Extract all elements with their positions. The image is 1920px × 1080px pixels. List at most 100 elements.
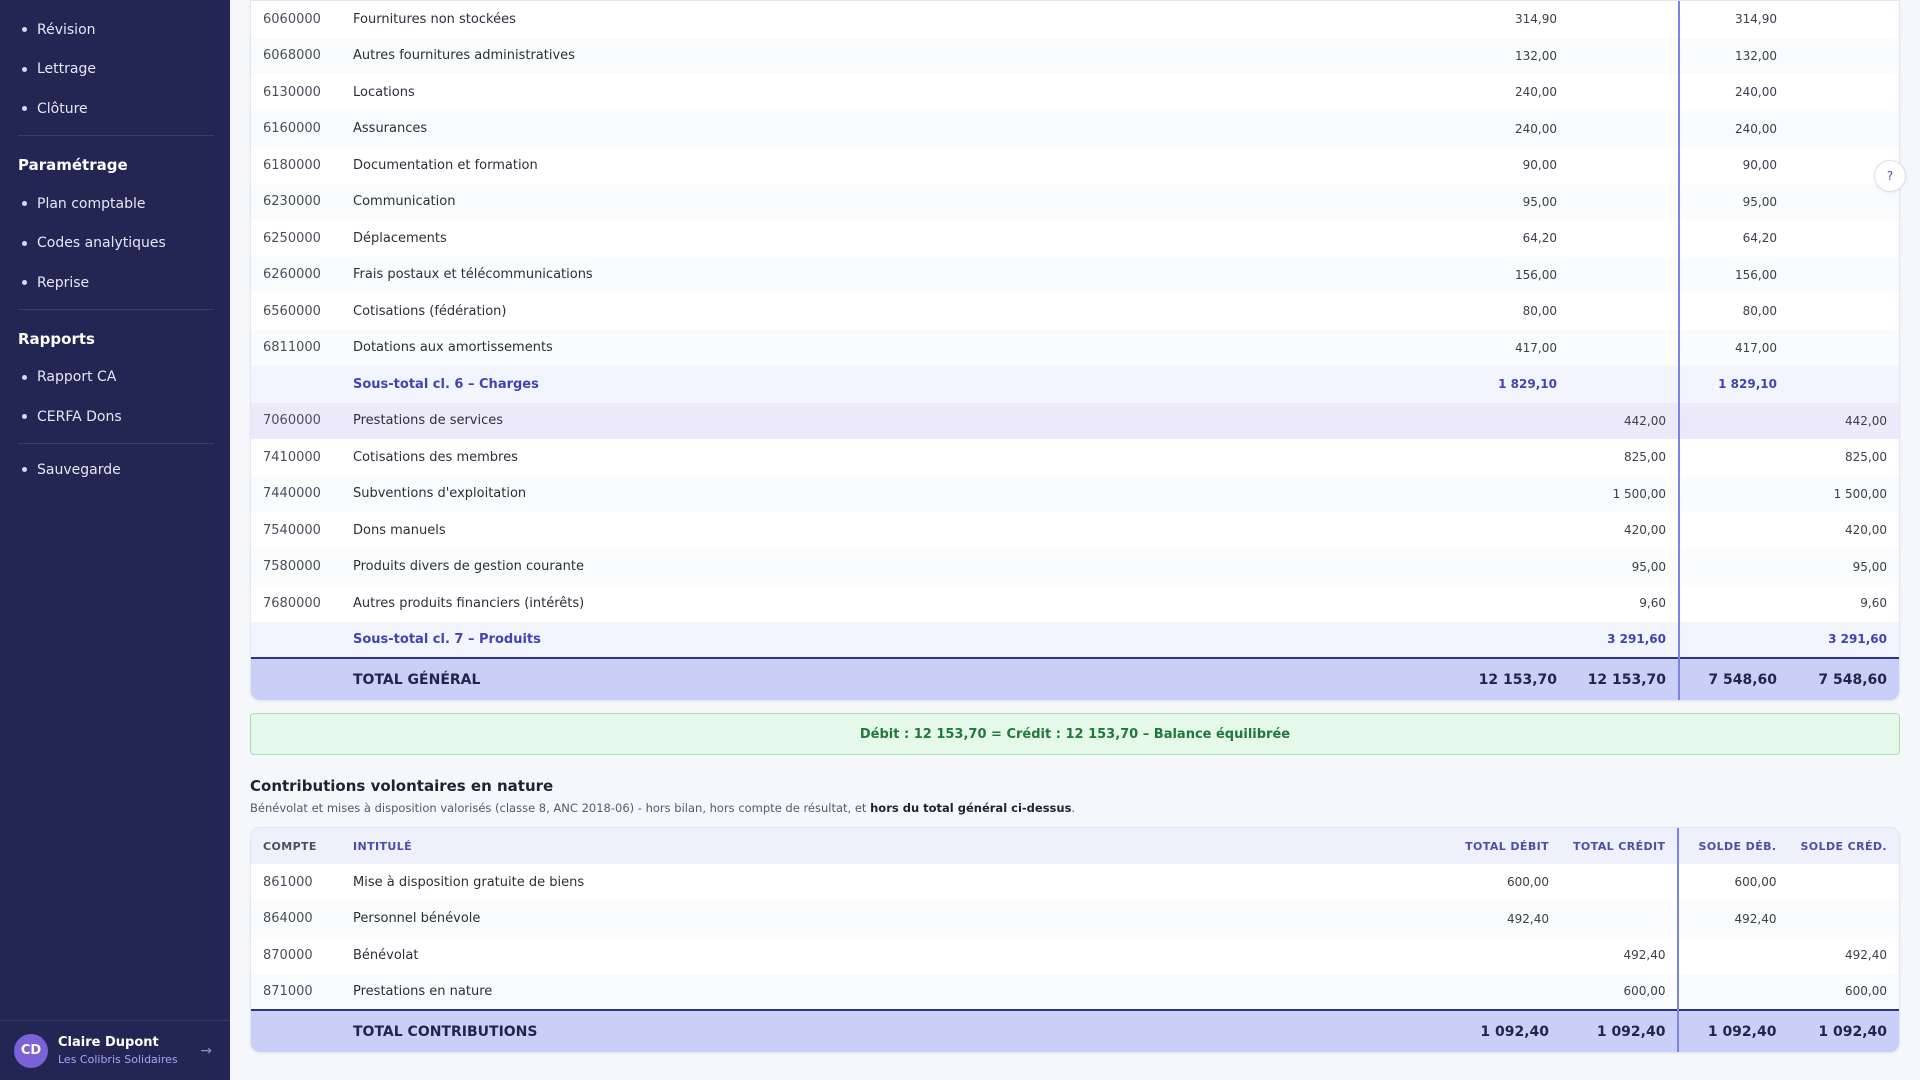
table-row[interactable]: 6068000 Autres fournitures administrative… [251, 37, 1899, 74]
sidebar-item-rapport-ca[interactable]: Rapport CA [0, 358, 230, 398]
cell-debit [1459, 512, 1569, 549]
sidebar-item-label: Sauvegarde [37, 461, 121, 478]
cell-label: Bénévolat [353, 947, 419, 963]
table-row[interactable]: 6060000 Fournitures non stockées 314,90 314… [251, 1, 1899, 38]
subtotal-row[interactable]: Sous-total cl. 7 – Produits 3 291,60 3 291… [251, 621, 1899, 658]
sidebar: Révision Lettrage Clôture Paramétrage Pl… [0, 0, 230, 1080]
table-row[interactable]: 6180000 Documentation et formation 90,00 90… [251, 147, 1899, 184]
total-cell-credit: 12 153,70 [1569, 657, 1679, 700]
total-row: TOTAL CONTRIBUTIONS 1 092,40 1 092,40 1 092… [251, 1009, 1899, 1052]
cell-solde-cred [1789, 293, 1899, 330]
balance-check-banner: Débit : 12 153,70 = Crédit : 12 153,70 –… [250, 713, 1900, 755]
table-row[interactable]: 870000 Bénévolat 492,40 492,40 [251, 937, 1899, 974]
total-cell-empty [251, 657, 341, 700]
table-row[interactable]: 864000 Personnel bénévole 492,40 492,40 [251, 900, 1899, 937]
cell-label: Subventions d'exploitation [341, 475, 1459, 512]
cell-solde-deb: 492,40 [1677, 900, 1789, 937]
cell-solde-cred [1789, 1, 1899, 38]
cell-code: 7580000 [251, 548, 341, 585]
cell-code: 6068000 [251, 37, 341, 74]
cell-label: Sous-total cl. 6 – Charges [341, 366, 1459, 403]
cell-debit: 240,00 [1515, 85, 1557, 100]
cell-debit [1451, 937, 1561, 974]
table-row[interactable]: 861000 Mise à disposition gratuite de bie… [251, 864, 1899, 901]
cell-debit: 95,00 [1459, 183, 1569, 220]
cell-solde-cred: 95,00 [1789, 548, 1899, 585]
cell-solde-cred: 600,00 [1788, 973, 1899, 1010]
table-row[interactable]: 7410000 Cotisations des membres 825,00 825,… [251, 439, 1899, 476]
cell-label: Autres fournitures administratives [341, 37, 1459, 74]
col-header-total-debit[interactable]: TOTAL DÉBIT [1451, 828, 1562, 864]
table-row[interactable]: 871000 Prestations en nature 600,00 600,00 [251, 973, 1899, 1010]
table-row[interactable]: 7580000 Produits divers de gestion couran… [251, 548, 1899, 585]
cell-label: Frais postaux et télécommunications [341, 256, 1459, 293]
cell-solde-deb [1677, 937, 1789, 974]
table-row[interactable]: 6560000 Cotisations (fédération) 80,00 80,0… [251, 293, 1899, 330]
cell-solde-cred: 1 500,00 [1789, 475, 1899, 512]
cell-code: 7410000 [263, 449, 321, 465]
cell-solde-deb [1678, 439, 1789, 476]
cell-credit [1569, 37, 1679, 74]
col-header-intitule[interactable]: INTITULÉ [341, 828, 1452, 864]
cell-solde-deb: 64,20 [1678, 220, 1789, 257]
main-content: 6060000 Fournitures non stockées 314,90 314… [250, 0, 1906, 1080]
table-row[interactable]: 6811000 Dotations aux amortissements 417,0… [251, 329, 1899, 366]
cell-code: 6250000 [263, 230, 321, 246]
total-cell-solde-cred: 7 548,60 [1789, 657, 1899, 700]
table-row[interactable]: 7540000 Dons manuels 420,00 420,00 [251, 512, 1899, 549]
cell-credit [1569, 220, 1679, 257]
divider [18, 134, 214, 136]
cell-solde-cred [1788, 864, 1899, 901]
help-button[interactable]: ? [1874, 160, 1906, 192]
cell-solde-cred: 9,60 [1860, 596, 1887, 611]
col-header-solde-deb[interactable]: SOLDE DÉB. [1677, 828, 1789, 864]
sidebar-item-codes-analytiques[interactable]: Codes analytiques [0, 223, 230, 263]
sidebar-item-label: Plan comptable [37, 195, 146, 212]
sidebar-item-sauvegarde[interactable]: Sauvegarde [0, 450, 230, 490]
col-header-solde-cred[interactable]: SOLDE CRÉD. [1788, 828, 1899, 864]
table-row[interactable]: 6250000 Déplacements 64,20 64,20 [251, 220, 1899, 257]
cell-solde-deb: 600,00 [1677, 864, 1789, 901]
cell-debit [1459, 548, 1569, 585]
table-row[interactable]: 6230000 Communication 95,00 95,00 [251, 183, 1899, 220]
logout-arrow-icon[interactable]: → [200, 1043, 212, 1059]
subtotal-row[interactable]: Sous-total cl. 6 – Charges 1 829,10 1 829,… [251, 366, 1899, 403]
col-header-compte[interactable]: COMPTE [251, 828, 341, 864]
cell-code: 6230000 [251, 183, 341, 220]
cell-debit [1459, 402, 1569, 439]
cell-credit [1569, 293, 1679, 330]
table-row[interactable]: 7440000 Subventions d'exploitation 1 500,0… [251, 475, 1899, 512]
cell-code: 6811000 [251, 329, 341, 366]
cell-label: Cotisations des membres [353, 449, 518, 465]
cell-debit: 64,20 [1522, 231, 1557, 246]
section-title-rapports: Rapports [18, 329, 95, 348]
cell-debit: 240,00 [1459, 110, 1569, 147]
table-row[interactable]: 6260000 Frais postaux et télécommunicatio… [251, 256, 1899, 293]
cell-code: 861000 [263, 874, 313, 890]
contributions-table: COMPTE INTITULÉ TOTAL DÉBIT TOTAL CRÉDIT… [251, 828, 1899, 1052]
col-header-total-credit[interactable]: TOTAL CRÉDIT [1561, 828, 1679, 864]
sidebar-item-lettrage[interactable]: Lettrage [0, 50, 230, 90]
cell-solde-deb: 417,00 [1678, 329, 1789, 366]
table-row[interactable]: 6160000 Assurances 240,00 240,00 [251, 110, 1899, 147]
total-cell-label: TOTAL GÉNÉRAL [341, 657, 1459, 700]
sidebar-item-revision[interactable]: Révision [0, 10, 230, 50]
sidebar-item-cloture[interactable]: Clôture [0, 89, 230, 129]
cell-credit: 3 291,60 [1569, 621, 1679, 658]
sidebar-item-plan-comptable[interactable]: Plan comptable [0, 184, 230, 224]
cell-label: Déplacements [353, 230, 447, 246]
bullet-icon [22, 27, 27, 33]
cell-debit: 90,00 [1522, 158, 1557, 173]
table-row[interactable]: 6130000 Locations 240,00 240,00 [251, 74, 1899, 111]
table-row[interactable]: 7680000 Autres produits financiers (intér… [251, 585, 1899, 622]
table-row[interactable]: 7060000 Prestations de services 442,00 442,… [251, 402, 1899, 439]
cell-credit: 600,00 [1561, 973, 1679, 1010]
sidebar-item-reprise[interactable]: Reprise [0, 263, 230, 303]
sidebar-item-cerfa-dons[interactable]: CERFA Dons [0, 397, 230, 437]
cell-credit [1569, 74, 1679, 111]
cell-label: Dons manuels [353, 522, 446, 538]
bullet-icon [22, 280, 27, 286]
user-info: Claire Dupont Les Colibris Solidaires [58, 1035, 178, 1066]
cell-code: 7440000 [251, 475, 341, 512]
cell-solde-deb: 314,90 [1678, 1, 1789, 38]
